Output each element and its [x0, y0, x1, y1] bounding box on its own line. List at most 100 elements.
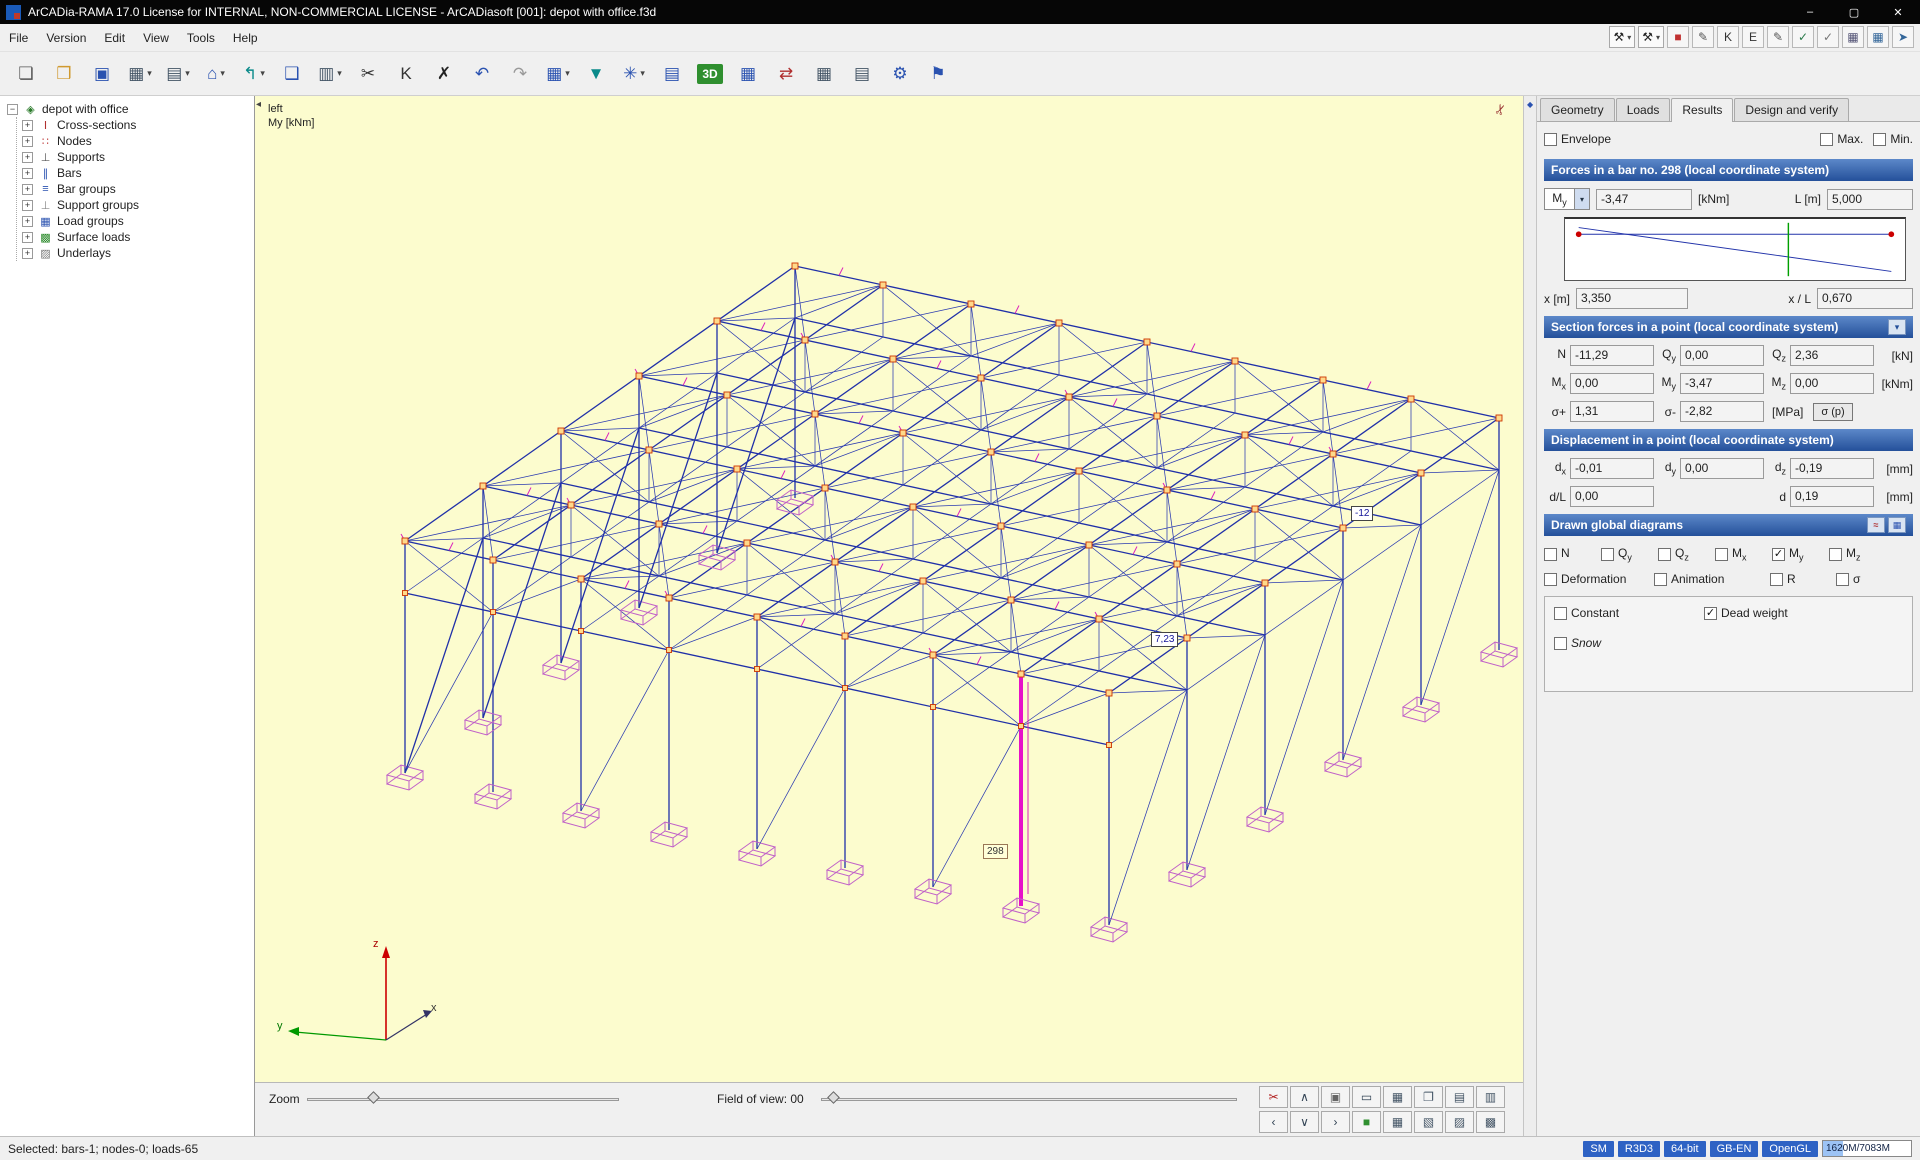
mesh-button[interactable]: ▦: [732, 58, 764, 90]
new-file-button[interactable]: ❏: [10, 58, 42, 90]
expand-icon[interactable]: +: [22, 232, 33, 243]
settings-wrench-button[interactable]: ⚙: [884, 58, 916, 90]
data-table-button[interactable]: ▤: [656, 58, 688, 90]
tree-root[interactable]: −◈depot with office: [7, 101, 254, 117]
diagram-my-checkbox[interactable]: ✓: [1772, 548, 1785, 561]
report-button[interactable]: ▤: [846, 58, 878, 90]
tab-loads[interactable]: Loads: [1616, 98, 1671, 121]
zoom-slider-thumb[interactable]: [367, 1091, 380, 1104]
menu-tools[interactable]: Tools: [178, 25, 224, 51]
tab-geometry[interactable]: Geometry: [1540, 98, 1615, 121]
view-cascade-button[interactable]: ❐: [1414, 1086, 1443, 1108]
diagram-mx-checkbox[interactable]: [1715, 548, 1728, 561]
render-style-picker[interactable]: ⚒▾: [1609, 26, 1635, 48]
expand-icon[interactable]: +: [22, 184, 33, 195]
diagram-my[interactable]: ✓My: [1772, 546, 1829, 562]
option-animation-checkbox[interactable]: [1654, 573, 1667, 586]
clip-button[interactable]: ✂: [1259, 1086, 1288, 1108]
case-snow[interactable]: Snow: [1554, 636, 1601, 650]
print-button[interactable]: ▤▾: [162, 58, 194, 90]
bar-force-diagram[interactable]: [1564, 217, 1906, 281]
tree-item-cross-sections[interactable]: +ⅠCross-sections: [22, 117, 254, 133]
diagram-qy[interactable]: Qy: [1601, 546, 1658, 562]
dl-ratio-field[interactable]: 0,00: [1570, 486, 1654, 507]
moment-z-field[interactable]: 0,00: [1790, 373, 1874, 394]
rename-button[interactable]: K: [390, 58, 422, 90]
view-style-picker[interactable]: ⚒▾: [1638, 26, 1664, 48]
pan-right-button[interactable]: ›: [1321, 1111, 1350, 1133]
option-animation[interactable]: Animation: [1654, 572, 1770, 586]
pan-down-button[interactable]: ∨: [1290, 1111, 1319, 1133]
splitter-grip-icon[interactable]: ◆: [1527, 100, 1533, 109]
fov-slider-thumb[interactable]: [827, 1091, 840, 1104]
letter-k-button[interactable]: K: [1717, 26, 1739, 48]
moment-x-field[interactable]: 0,00: [1570, 373, 1654, 394]
stress-minus-field[interactable]: -2,82: [1680, 401, 1764, 422]
tree-item-underlays[interactable]: +▨Underlays: [22, 245, 254, 261]
dropdown-icon[interactable]: ▾: [1627, 33, 1631, 42]
zoom-slider[interactable]: [307, 1092, 619, 1106]
open-folder-button[interactable]: ❒: [48, 58, 80, 90]
structure-model[interactable]: [255, 96, 1523, 1082]
dropdown-icon[interactable]: ▾: [337, 68, 342, 79]
fov-slider-track[interactable]: [821, 1098, 1237, 1101]
calc-table-button[interactable]: ▦: [808, 58, 840, 90]
move-copy-button[interactable]: ❑: [276, 58, 308, 90]
dropdown-icon[interactable]: ▾: [640, 68, 645, 79]
tree-item-load-groups[interactable]: +▦Load groups: [22, 213, 254, 229]
diagram-scale-icon[interactable]: ≈: [1867, 517, 1885, 533]
x-position-field[interactable]: 3,350: [1576, 288, 1688, 309]
maximize-button[interactable]: ▢: [1832, 0, 1876, 24]
aux-2-button[interactable]: ▧: [1414, 1111, 1443, 1133]
envelope-checkbox[interactable]: [1544, 133, 1557, 146]
section-forces-dropdown-icon[interactable]: ▾: [1888, 319, 1906, 335]
case-snow-checkbox[interactable]: [1554, 637, 1567, 650]
shear-y-field[interactable]: 0,00: [1680, 345, 1764, 366]
force-component-select[interactable]: My ▾: [1544, 188, 1590, 210]
axial-force-field[interactable]: -11,29: [1570, 345, 1654, 366]
diagram-qz-checkbox[interactable]: [1658, 548, 1671, 561]
check-1-button[interactable]: ✓: [1792, 26, 1814, 48]
dropdown-icon[interactable]: ▾: [185, 68, 190, 79]
tree-item-bars[interactable]: +∥Bars: [22, 165, 254, 181]
pan-up-button[interactable]: ∧: [1290, 1086, 1319, 1108]
combo-dropdown-icon[interactable]: ▾: [1574, 189, 1589, 209]
diagram-mz[interactable]: Mz: [1829, 546, 1886, 562]
close-button[interactable]: ✕: [1876, 0, 1920, 24]
collapse-expander[interactable]: −: [7, 104, 18, 115]
aux-3-button[interactable]: ▨: [1445, 1111, 1474, 1133]
lock-view-button[interactable]: ▣: [1321, 1086, 1350, 1108]
view-tile-button[interactable]: ▤: [1445, 1086, 1474, 1108]
view-table-button[interactable]: ▦: [1383, 1086, 1412, 1108]
shear-z-field[interactable]: 2,36: [1790, 345, 1874, 366]
d-total-field[interactable]: 0,19: [1790, 486, 1874, 507]
render-on-button[interactable]: ■: [1352, 1111, 1381, 1133]
dz-field[interactable]: -0,19: [1790, 458, 1874, 479]
moment-y-field[interactable]: -3,47: [1680, 373, 1764, 394]
expand-icon[interactable]: +: [22, 152, 33, 163]
tab-results[interactable]: Results: [1671, 98, 1733, 122]
filter-button[interactable]: ▼: [580, 58, 612, 90]
arrow-right-button[interactable]: ➤: [1892, 26, 1914, 48]
column-grid-button[interactable]: ▥▾: [314, 58, 346, 90]
grid-right-button[interactable]: ▦: [1867, 26, 1889, 48]
stress-plus-field[interactable]: 1,31: [1570, 401, 1654, 422]
diagram-n[interactable]: N: [1544, 546, 1601, 562]
menu-file[interactable]: File: [0, 25, 37, 51]
expand-icon[interactable]: +: [22, 168, 33, 179]
dropdown-icon[interactable]: ▾: [220, 68, 225, 79]
dropdown-icon[interactable]: ▾: [260, 68, 265, 79]
array-button[interactable]: ▦▾: [542, 58, 574, 90]
save-button[interactable]: ▣: [86, 58, 118, 90]
expand-icon[interactable]: +: [22, 120, 33, 131]
case-constant[interactable]: Constant: [1554, 606, 1704, 620]
tables-button[interactable]: ▦▾: [124, 58, 156, 90]
diagram-mx[interactable]: Mx: [1715, 546, 1772, 562]
model-canvas[interactable]: ◂ left My [kNm] ✂ 298 7,23 -12 x y z: [255, 96, 1523, 1082]
x-ratio-field[interactable]: 0,670: [1817, 288, 1913, 309]
diagram-qy-checkbox[interactable]: [1601, 548, 1614, 561]
menu-version[interactable]: Version: [37, 25, 95, 51]
case-constant-checkbox[interactable]: [1554, 607, 1567, 620]
verify-flag-button[interactable]: ⚑: [922, 58, 954, 90]
case-dead-weight-checkbox[interactable]: ✓: [1704, 607, 1717, 620]
